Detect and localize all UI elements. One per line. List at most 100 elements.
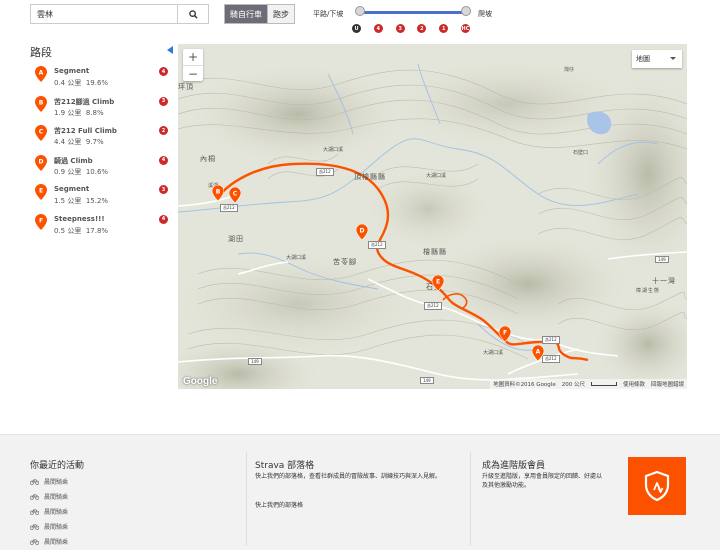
activity-name[interactable]: 晨間騎乘 xyxy=(44,522,68,531)
segments-heading: 路段 xyxy=(30,46,52,59)
flat-grade-label: 平路/下坡 xyxy=(313,10,344,18)
map-pin-icon: B xyxy=(35,95,47,112)
segment-stats: 0.5 公里 17.8% xyxy=(54,226,108,236)
zoom-out-button[interactable]: − xyxy=(183,65,203,81)
segment-category-badge: 4 xyxy=(159,67,168,76)
map-pin-icon: F xyxy=(35,213,47,230)
pin-letter: E xyxy=(436,279,440,286)
activity-name[interactable]: 晨間騎乘 xyxy=(44,492,68,501)
place-label: 樟湖生態 xyxy=(636,288,661,294)
place-label: 湖田 xyxy=(228,235,244,243)
segment-name[interactable]: Steepness!!! xyxy=(54,215,105,223)
bike-icon xyxy=(30,508,39,515)
premium-badge[interactable] xyxy=(628,457,686,515)
segment-marker-b[interactable]: B xyxy=(212,185,224,201)
pin-letter: F xyxy=(503,330,507,337)
river-label: 大湖口溪 xyxy=(286,255,307,261)
segment-item-b[interactable]: B 苦212腳過 Climb 1.9 公里 8.8% 3 xyxy=(30,94,170,124)
segment-grade: 17.8% xyxy=(85,226,109,235)
shield-icon xyxy=(644,470,670,502)
segment-name[interactable]: 苦212 Full Climb xyxy=(54,126,117,136)
pin-letter: A xyxy=(536,349,541,356)
segment-distance: 1.9 公里 xyxy=(54,108,82,117)
pin-letter: D xyxy=(360,228,365,235)
segment-distance: 1.5 公里 xyxy=(54,197,82,205)
chevron-down-icon xyxy=(670,57,676,60)
footer xyxy=(0,434,720,550)
segment-marker-a[interactable]: A xyxy=(532,345,544,361)
pin-letter: B xyxy=(39,99,44,106)
bike-icon xyxy=(30,478,39,485)
category-badge: 2 xyxy=(417,24,427,33)
pin-letter: F xyxy=(39,217,43,224)
segment-category-badge: 4 xyxy=(159,214,168,224)
place-label: 苦苓腳 xyxy=(333,258,357,266)
segment-map[interactable]: 頂檜縣縣 苦苓腳 石壁 樟湖生態 內桐 湖田 十一灣 大湖口溪 大湖口溪 大湖口… xyxy=(178,44,687,389)
search-button[interactable] xyxy=(177,5,208,23)
activity-name[interactable]: 晨間騎乘 xyxy=(44,507,68,516)
google-logo: Google xyxy=(183,376,218,387)
activity-item[interactable]: 晨間騎乘 xyxy=(30,474,68,489)
segment-item-a[interactable]: A Segment 0.4 公里 19.6% 4 xyxy=(30,64,170,94)
segment-marker-d[interactable]: D xyxy=(356,224,368,240)
bike-icon xyxy=(30,538,39,545)
blog-text: 快上我們的部落格，查看社群成員的冒險故事、訓練技巧與深入見解。 xyxy=(255,473,442,480)
footer-divider xyxy=(246,452,247,546)
segment-name[interactable]: Segment xyxy=(54,67,89,75)
activity-name[interactable]: 晨間騎乘 xyxy=(44,537,68,546)
ride-mode-button[interactable]: 騎自行車 xyxy=(225,5,267,23)
climb-grade-slider[interactable] xyxy=(360,11,466,14)
blog-title: Strava 部落格 xyxy=(255,461,315,471)
activity-item[interactable]: 晨間騎乘 xyxy=(30,504,68,519)
blog-link[interactable]: 快上我們的部落格 xyxy=(255,500,303,509)
segment-item-e[interactable]: E Segment 1.5 公里 15.2% 3 xyxy=(30,182,170,212)
place-label: 內桐 xyxy=(200,155,216,163)
map-type-select[interactable]: 地圖 xyxy=(632,50,682,68)
segment-category-badge: 3 xyxy=(159,185,168,194)
run-mode-button[interactable]: 跑步 xyxy=(267,5,294,23)
segment-name[interactable]: 騎過 Climb xyxy=(54,156,93,166)
recent-activities-list: 晨間騎乘 晨間騎乘 晨間騎乘 晨間騎乘 晨間騎乘 xyxy=(30,474,68,549)
slider-handle-max[interactable] xyxy=(461,6,471,16)
segment-category-badge: 2 xyxy=(159,126,168,135)
segment-item-d[interactable]: D 騎過 Climb 0.9 公里 10.6% 4 xyxy=(30,153,170,183)
premium-text: 升級至進階版，享用會員限定的回饋、好處以及其他激勵功能。 xyxy=(482,473,603,489)
search-icon xyxy=(188,9,198,19)
map-pin-icon: D xyxy=(35,154,47,171)
activity-item[interactable]: 晨間騎乘 xyxy=(30,519,68,534)
collapse-panel-icon[interactable] xyxy=(167,46,173,54)
place-label: 坪頂 xyxy=(178,83,194,91)
segment-grade: 15.2% xyxy=(85,197,109,205)
footer-divider xyxy=(470,452,471,546)
category-badge: 4 xyxy=(373,24,383,33)
pin-letter: C xyxy=(233,191,238,198)
segment-name[interactable]: Segment xyxy=(54,185,89,193)
segment-marker-f[interactable]: F xyxy=(499,326,511,342)
slider-handle-min[interactable] xyxy=(355,6,365,16)
segment-name[interactable]: 苦212腳過 Climb xyxy=(54,97,114,107)
activity-item[interactable]: 晨間騎乘 xyxy=(30,534,68,549)
premium-title: 成為進階版會員 xyxy=(482,461,546,471)
road-shield: 149 xyxy=(655,256,669,263)
zoom-in-button[interactable]: + xyxy=(183,49,203,65)
report-map-error-link[interactable]: 回報地圖錯誤 xyxy=(651,380,684,388)
place-label: 檜縣縣 xyxy=(423,248,447,256)
terms-link[interactable]: 使用條款 xyxy=(623,380,645,388)
segment-item-c[interactable]: C 苦212 Full Climb 4.4 公里 9.7% 2 xyxy=(30,123,170,153)
segment-grade: 10.6% xyxy=(85,167,109,176)
segment-distance: 0.4 公里 xyxy=(54,79,82,87)
pin-letter: D xyxy=(39,158,44,165)
activity-item[interactable]: 晨間騎乘 xyxy=(30,489,68,504)
climb-category-scale: U 4 3 2 1 HC xyxy=(352,24,470,33)
search-input[interactable] xyxy=(31,5,177,23)
map-scale-bar xyxy=(590,382,617,386)
activity-name[interactable]: 晨間騎乘 xyxy=(44,477,68,486)
map-pin-icon: C xyxy=(35,125,47,141)
road-shield: 苦212 xyxy=(424,302,442,310)
segment-marker-e[interactable]: E xyxy=(432,275,444,291)
segment-marker-c[interactable]: C xyxy=(229,187,241,203)
pin-letter: C xyxy=(39,129,44,136)
segment-stats: 1.9 公里 8.8% xyxy=(54,108,104,118)
map-attribution: 地圖資料©2016 Google xyxy=(493,382,556,388)
segment-item-f[interactable]: F Steepness!!! 0.5 公里 17.8% 4 xyxy=(30,212,170,242)
